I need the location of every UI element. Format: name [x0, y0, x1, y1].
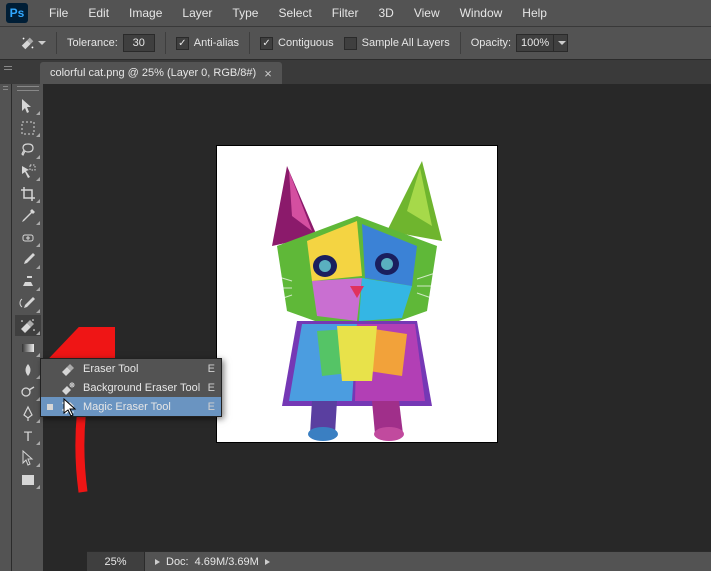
menu-view[interactable]: View — [405, 3, 449, 23]
clone-stamp-tool[interactable] — [15, 271, 41, 292]
eraser-tool[interactable] — [15, 315, 41, 336]
menu-window[interactable]: Window — [451, 3, 512, 23]
canvas-area[interactable]: 25% Doc: 4.69M/3.69M — [43, 84, 711, 571]
menu-select[interactable]: Select — [269, 3, 320, 23]
eraser-tool-flyout: Eraser Tool E Background Eraser Tool E M… — [40, 358, 222, 417]
work-area: T — [0, 84, 711, 571]
flyout-shortcut: E — [208, 382, 215, 394]
gradient-tool[interactable] — [15, 337, 41, 358]
document-tab[interactable]: colorful cat.png @ 25% (Layer 0, RGB/8#)… — [40, 62, 282, 84]
opacity-label: Opacity: — [471, 37, 511, 49]
document-tab-title: colorful cat.png @ 25% (Layer 0, RGB/8#) — [50, 67, 256, 79]
document-canvas[interactable] — [217, 146, 497, 442]
current-indicator — [47, 385, 53, 391]
anti-alias-label: Anti-alias — [194, 37, 239, 49]
anti-alias-checkbox[interactable]: ✓ — [176, 37, 189, 50]
current-indicator — [47, 366, 53, 372]
menubar: Ps File Edit Image Layer Type Select Fil… — [0, 0, 711, 26]
app-logo: Ps — [6, 3, 28, 23]
rectangle-tool[interactable] — [15, 469, 41, 490]
flyout-shortcut: E — [208, 401, 215, 413]
menu-image[interactable]: Image — [120, 3, 171, 23]
flyout-shortcut: E — [208, 363, 215, 375]
sample-all-checkbox[interactable] — [344, 37, 357, 50]
healing-brush-tool[interactable] — [15, 227, 41, 248]
document-image — [217, 146, 497, 442]
blur-tool[interactable] — [15, 359, 41, 380]
type-tool[interactable]: T — [15, 425, 41, 446]
flyout-label: Eraser Tool — [83, 363, 201, 375]
flyout-label: Background Eraser Tool — [83, 382, 201, 394]
menu-layer[interactable]: Layer — [173, 3, 221, 23]
tolerance-field[interactable]: 30 — [123, 34, 155, 52]
flyout-item-eraser[interactable]: Eraser Tool E — [41, 359, 221, 378]
tool-preset-picker[interactable] — [20, 32, 46, 54]
menu-edit[interactable]: Edit — [79, 3, 118, 23]
menu-3d[interactable]: 3D — [369, 3, 402, 23]
brush-tool[interactable] — [15, 249, 41, 270]
contiguous-label: Contiguous — [278, 37, 334, 49]
eyedropper-tool[interactable] — [15, 205, 41, 226]
contiguous-checkbox[interactable]: ✓ — [260, 37, 273, 50]
doc-label: Doc: — [166, 556, 189, 568]
menu-type[interactable]: Type — [223, 3, 267, 23]
menu-help[interactable]: Help — [513, 3, 556, 23]
crop-tool[interactable] — [15, 183, 41, 204]
opacity-dropdown[interactable] — [554, 34, 568, 52]
close-icon[interactable]: × — [264, 66, 272, 81]
disclosure-triangle-icon — [155, 559, 160, 565]
svg-text:T: T — [23, 428, 32, 444]
disclosure-triangle-icon — [265, 559, 270, 565]
flyout-item-bg-eraser[interactable]: Background Eraser Tool E — [41, 378, 221, 397]
left-gutter — [0, 84, 12, 571]
status-bar: 25% Doc: 4.69M/3.69M — [87, 551, 711, 571]
dodge-tool[interactable] — [15, 381, 41, 402]
tolerance-label: Tolerance: — [67, 37, 118, 49]
sample-all-label: Sample All Layers — [362, 37, 450, 49]
marquee-tool[interactable] — [15, 117, 41, 138]
zoom-field[interactable]: 25% — [87, 552, 145, 571]
contiguous-group[interactable]: ✓ Contiguous — [260, 37, 334, 50]
move-tool[interactable] — [15, 95, 41, 116]
lasso-tool[interactable] — [15, 139, 41, 160]
bg-eraser-icon — [60, 381, 76, 395]
quick-select-tool[interactable] — [15, 161, 41, 182]
sample-all-group[interactable]: Sample All Layers — [344, 37, 450, 50]
current-indicator — [47, 404, 53, 410]
magic-eraser-icon — [60, 400, 76, 414]
anti-alias-group[interactable]: ✓ Anti-alias — [176, 37, 239, 50]
path-select-tool[interactable] — [15, 447, 41, 468]
tolerance-group: Tolerance: 30 — [67, 34, 155, 52]
opacity-field[interactable]: 100% — [516, 34, 554, 52]
opacity-group: Opacity: 100% — [471, 34, 568, 52]
panel-grip-icon[interactable] — [17, 86, 39, 91]
flyout-item-magic-eraser[interactable]: Magic Eraser Tool E — [41, 397, 221, 416]
options-bar: Tolerance: 30 ✓ Anti-alias ✓ Contiguous … — [0, 26, 711, 60]
doc-value: 4.69M/3.69M — [195, 556, 259, 568]
history-brush-tool[interactable] — [15, 293, 41, 314]
status-doc-size[interactable]: Doc: 4.69M/3.69M — [145, 556, 280, 568]
tab-grip-icon — [4, 66, 12, 70]
pen-tool[interactable] — [15, 403, 41, 424]
menu-filter[interactable]: Filter — [323, 3, 368, 23]
tools-panel: T — [12, 84, 43, 571]
flyout-label: Magic Eraser Tool — [83, 401, 201, 413]
document-tab-bar: colorful cat.png @ 25% (Layer 0, RGB/8#)… — [0, 60, 711, 84]
menu-file[interactable]: File — [40, 3, 77, 23]
eraser-icon — [60, 362, 76, 376]
